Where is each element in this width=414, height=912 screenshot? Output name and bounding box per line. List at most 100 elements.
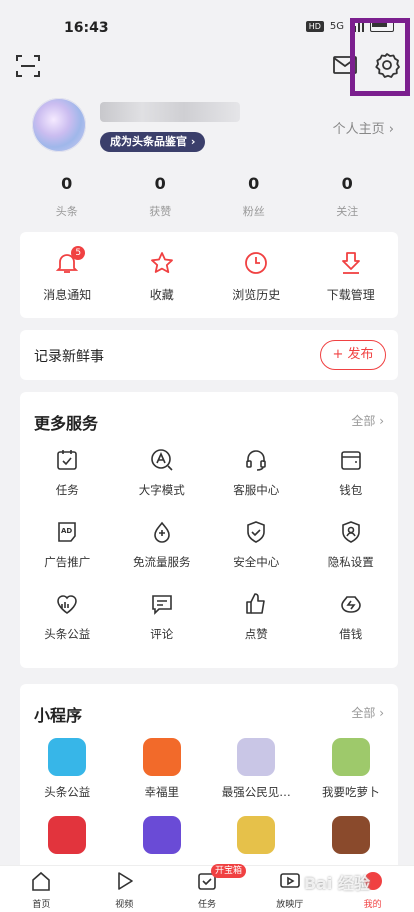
mini-app-xingfuli[interactable]: 幸福里 <box>115 738 210 800</box>
mini-app-radish[interactable]: 我要吃萝卜 <box>304 738 399 800</box>
mini-app-label: 头条公益 <box>44 785 91 799</box>
stat-value: 0 <box>248 174 260 193</box>
stat-followers[interactable]: 0 粉丝 <box>207 174 301 219</box>
loan-icon <box>340 596 361 613</box>
mini-app-icon <box>48 816 87 854</box>
reviewer-badge[interactable]: 成为头条品鉴官 › <box>100 132 206 152</box>
ad-icon: AD <box>58 522 77 542</box>
more-services-card: 更多服务 全部 › 任务 大字模式 客服中心 钱包 AD 广告推广 免流量服务 <box>20 392 398 668</box>
service-privacy[interactable]: 隐私设置 <box>304 520 399 570</box>
big-font-icon <box>150 449 173 471</box>
mini-app-avatar[interactable] <box>209 816 304 854</box>
quick-label: 收藏 <box>149 288 174 302</box>
data-free-icon <box>153 521 170 543</box>
mini-app-label: 最强公民见… <box>221 785 291 799</box>
mini-all-link[interactable]: 全部 › <box>351 704 384 721</box>
post-title: 记录新鲜事 <box>34 349 104 365</box>
video-icon <box>118 872 133 890</box>
mini-app-game[interactable] <box>20 816 115 854</box>
favorites-button[interactable]: 收藏 <box>115 232 210 318</box>
stat-likes[interactable]: 0 获赞 <box>114 174 208 219</box>
notification-count-badge: 5 <box>71 246 86 260</box>
service-label: 客服中心 <box>233 483 280 497</box>
service-label: 隐私设置 <box>327 555 374 569</box>
service-data-free[interactable]: 免流量服务 <box>115 520 210 570</box>
services-all-link[interactable]: 全部 › <box>351 412 384 429</box>
quick-label: 浏览历史 <box>232 288 281 302</box>
stat-label: 关注 <box>336 205 359 218</box>
clock-icon <box>245 252 268 274</box>
service-loan[interactable]: 借钱 <box>304 592 399 642</box>
stat-value: 0 <box>61 174 73 193</box>
stat-value: 0 <box>154 174 166 193</box>
svg-text:AD: AD <box>61 527 72 535</box>
stat-following[interactable]: 0 关注 <box>301 174 395 219</box>
service-label: 大字模式 <box>138 483 185 497</box>
service-label: 借钱 <box>339 627 363 641</box>
shield-icon <box>247 521 266 543</box>
post-card: 记录新鲜事 + 发布 <box>20 330 398 380</box>
privacy-icon <box>341 521 360 543</box>
service-likes[interactable]: 点赞 <box>209 592 304 642</box>
service-wallet[interactable]: 钱包 <box>304 448 399 498</box>
star-icon <box>150 252 173 273</box>
download-icon <box>341 252 360 274</box>
mini-app-book[interactable] <box>304 816 399 854</box>
avatar[interactable] <box>32 98 86 152</box>
mini-app-star[interactable] <box>115 816 210 854</box>
service-label: 安全中心 <box>233 555 280 569</box>
tab-label: 放映厅 <box>276 900 304 910</box>
publish-button[interactable]: + 发布 <box>320 340 386 370</box>
quick-label: 消息通知 <box>43 288 92 302</box>
stat-label: 头条 <box>55 205 78 218</box>
service-ads[interactable]: AD 广告推广 <box>20 520 115 570</box>
stat-headlines[interactable]: 0 头条 <box>20 174 114 219</box>
highlight-box <box>350 18 410 96</box>
scan-icon[interactable] <box>14 52 42 80</box>
mini-grid: 头条公益 幸福里 最强公民见… 我要吃萝卜 <box>20 738 398 854</box>
home-icon <box>32 871 51 891</box>
quick-label: 下载管理 <box>326 288 375 302</box>
treasure-box-badge: 开宝箱 <box>210 864 246 878</box>
tab-label: 我的 <box>363 900 382 910</box>
service-security[interactable]: 安全中心 <box>209 520 304 570</box>
service-label: 点赞 <box>244 627 268 641</box>
mini-app-label: 幸福里 <box>144 785 180 799</box>
bottom-tab-bar: 首页 视频 开宝箱 任务 放映厅 我的 Bai 经验 <box>0 864 414 912</box>
mini-app-citizen[interactable]: 最强公民见… <box>209 738 304 800</box>
mini-app-label: 我要吃萝卜 <box>322 785 380 799</box>
status-time: 16:43 <box>64 20 109 36</box>
history-button[interactable]: 浏览历史 <box>209 232 304 318</box>
service-comments[interactable]: 评论 <box>115 592 210 642</box>
service-label: 免流量服务 <box>133 555 191 569</box>
tab-home[interactable]: 首页 <box>0 866 83 912</box>
mini-title: 小程序 <box>34 706 83 725</box>
tv-icon <box>279 873 300 888</box>
comment-icon <box>151 595 172 615</box>
watermark: Bai 经验 <box>303 874 370 893</box>
stat-value: 0 <box>341 174 353 193</box>
network-label: 5G <box>329 20 344 32</box>
hd-badge: HD <box>305 20 324 32</box>
user-name-redacted <box>100 102 240 122</box>
quick-actions-card: 5 消息通知 收藏 浏览历史 下载管理 <box>20 232 398 318</box>
personal-home-link[interactable]: 个人主页 › <box>333 118 394 137</box>
service-charity[interactable]: 头条公益 <box>20 592 115 642</box>
stat-label: 获赞 <box>149 205 172 218</box>
tab-video[interactable]: 视频 <box>83 866 166 912</box>
service-big-font[interactable]: 大字模式 <box>115 448 210 498</box>
tab-task[interactable]: 开宝箱 任务 <box>166 864 249 912</box>
service-task[interactable]: 任务 <box>20 448 115 498</box>
notifications-button[interactable]: 5 消息通知 <box>20 232 115 318</box>
mini-app-icon <box>237 816 276 854</box>
stats-row: 0 头条 0 获赞 0 粉丝 0 关注 <box>20 174 394 219</box>
service-label: 任务 <box>55 483 79 497</box>
charity-icon <box>57 595 78 614</box>
downloads-button[interactable]: 下载管理 <box>304 232 399 318</box>
service-label: 钱包 <box>339 483 363 497</box>
mini-app-icon <box>331 738 370 776</box>
service-customer-center[interactable]: 客服中心 <box>209 448 304 498</box>
mini-app-charity[interactable]: 头条公益 <box>20 738 115 800</box>
tab-label: 任务 <box>197 900 216 910</box>
service-label: 广告推广 <box>44 555 91 569</box>
